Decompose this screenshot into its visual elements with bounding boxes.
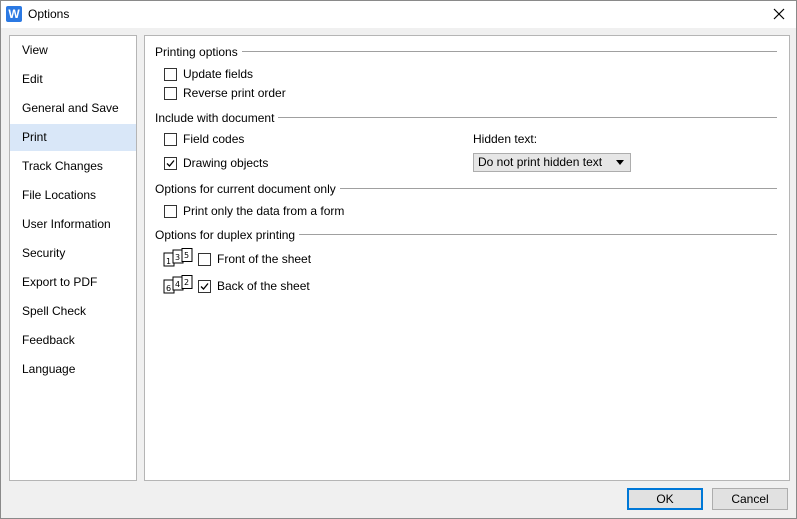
ok-button[interactable]: OK bbox=[627, 488, 703, 510]
sidebar-item-view[interactable]: View bbox=[10, 37, 136, 64]
checkbox-box-checked bbox=[164, 156, 177, 170]
hidden-text-selected-value: Do not print hidden text bbox=[478, 155, 603, 169]
checkbox-box bbox=[198, 252, 211, 266]
update-fields-checkbox[interactable]: Update fields bbox=[164, 66, 253, 82]
back-of-sheet-checkbox[interactable]: Back of the sheet bbox=[198, 278, 310, 294]
hidden-text-label: Hidden text: bbox=[473, 132, 538, 146]
reverse-print-order-checkbox[interactable]: Reverse print order bbox=[164, 85, 286, 101]
checkbox-label: Front of the sheet bbox=[217, 252, 312, 266]
checkbox-box bbox=[164, 132, 177, 146]
field-codes-checkbox[interactable]: Field codes bbox=[164, 131, 244, 147]
hidden-text-dropdown[interactable]: Do not print hidden text bbox=[473, 153, 631, 172]
sidebar-item-general-and-save[interactable]: General and Save bbox=[10, 95, 136, 122]
check-mark-icon bbox=[200, 282, 209, 290]
checkbox-box-checked bbox=[198, 279, 211, 293]
dialog-title: Options bbox=[28, 7, 70, 21]
options-category-list: View Edit General and Save Print Track C… bbox=[9, 35, 137, 481]
sidebar-item-edit[interactable]: Edit bbox=[10, 66, 136, 93]
checkbox-box bbox=[164, 204, 177, 218]
sidebar-item-print[interactable]: Print bbox=[10, 124, 136, 151]
sidebar-item-feedback[interactable]: Feedback bbox=[10, 327, 136, 354]
checkbox-label: Field codes bbox=[183, 132, 245, 146]
checkbox-label: Drawing objects bbox=[183, 156, 269, 170]
drawing-objects-checkbox[interactable]: Drawing objects bbox=[164, 155, 268, 171]
checkbox-label: Back of the sheet bbox=[217, 279, 310, 293]
options-dialog: W Options View Edit General and Save Pri… bbox=[0, 0, 797, 519]
sidebar-item-file-locations[interactable]: File Locations bbox=[10, 182, 136, 209]
svg-text:1: 1 bbox=[166, 257, 171, 266]
title-bar: W Options bbox=[1, 1, 796, 28]
print-settings-panel: Printing options Update fields Reverse p… bbox=[144, 35, 790, 481]
checkbox-box bbox=[164, 86, 177, 100]
check-mark-icon bbox=[166, 159, 175, 167]
svg-text:5: 5 bbox=[184, 251, 189, 260]
sidebar-item-user-information[interactable]: User Information bbox=[10, 211, 136, 238]
checkbox-label: Print only the data from a form bbox=[183, 204, 345, 218]
sidebar-item-export-to-pdf[interactable]: Export to PDF bbox=[10, 269, 136, 296]
current-document-heading: Options for current document only bbox=[155, 182, 340, 196]
close-button[interactable] bbox=[762, 1, 796, 28]
sidebar-item-spell-check[interactable]: Spell Check bbox=[10, 298, 136, 325]
printing-options-heading: Printing options bbox=[155, 45, 242, 59]
svg-text:3: 3 bbox=[175, 253, 180, 262]
printing-options-divider bbox=[155, 51, 777, 52]
svg-text:2: 2 bbox=[184, 278, 189, 287]
sidebar-item-security[interactable]: Security bbox=[10, 240, 136, 267]
checkbox-label: Reverse print order bbox=[183, 86, 286, 100]
svg-text:4: 4 bbox=[175, 280, 180, 289]
print-form-data-checkbox[interactable]: Print only the data from a form bbox=[164, 203, 344, 219]
front-pages-icon: 1 3 5 bbox=[163, 248, 193, 267]
checkbox-box bbox=[164, 67, 177, 81]
dropdown-arrow-icon bbox=[616, 160, 624, 165]
sidebar-item-language[interactable]: Language bbox=[10, 356, 136, 383]
svg-text:6: 6 bbox=[166, 284, 171, 293]
close-icon bbox=[773, 8, 785, 20]
writer-app-icon: W bbox=[6, 6, 22, 22]
front-of-sheet-checkbox[interactable]: Front of the sheet bbox=[198, 251, 311, 267]
cancel-button[interactable]: Cancel bbox=[712, 488, 788, 510]
sidebar-item-track-changes[interactable]: Track Changes bbox=[10, 153, 136, 180]
back-pages-icon: 6 4 2 bbox=[163, 275, 193, 294]
duplex-heading: Options for duplex printing bbox=[155, 228, 300, 242]
checkbox-label: Update fields bbox=[183, 67, 254, 81]
include-with-document-heading: Include with document bbox=[155, 111, 279, 125]
